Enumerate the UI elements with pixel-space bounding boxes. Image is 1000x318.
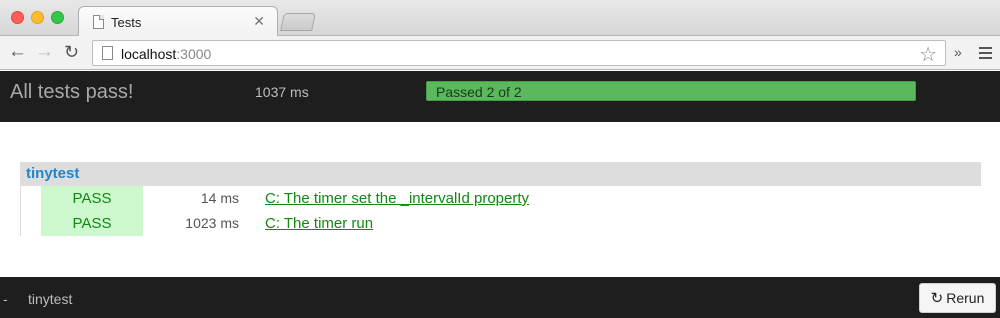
extensions-chevron-icon[interactable]: » (954, 44, 962, 60)
test-report-header: All tests pass! 1037 ms Passed 2 of 2 (0, 71, 1000, 122)
close-tab-icon[interactable]: ✕ (253, 13, 265, 30)
back-arrow-icon[interactable]: ← (8, 41, 27, 63)
browser-tab[interactable]: Tests ✕ (78, 6, 278, 37)
footer-dash: - (3, 291, 8, 307)
window-maximize-button[interactable] (51, 11, 64, 24)
test-group: tinytest PASS 14 ms C: The timer set the… (20, 162, 981, 236)
status-badge: PASS (41, 211, 143, 236)
progress-bar: Passed 2 of 2 (426, 81, 916, 101)
page-title: All tests pass! (10, 81, 134, 103)
rerun-button[interactable]: ↻ Rerun (919, 283, 996, 313)
test-link[interactable]: C: The timer run (265, 211, 373, 236)
status-badge: PASS (41, 186, 143, 211)
window-minimize-button[interactable] (31, 11, 44, 24)
group-name[interactable]: tinytest (26, 165, 79, 182)
menu-icon[interactable] (979, 47, 992, 62)
url-text: localhost:3000 (121, 46, 212, 62)
test-duration: 14 ms (200, 190, 239, 206)
footer-group-name: tinytest (28, 291, 73, 307)
footer-bar: - tinytest ↻ Rerun (0, 277, 1000, 318)
address-bar[interactable]: localhost:3000 ☆ (92, 40, 946, 66)
window-close-button[interactable] (11, 11, 24, 24)
test-row: PASS 14 ms C: The timer set the _interva… (41, 186, 961, 211)
progress-label: Passed 2 of 2 (436, 84, 522, 100)
browser-toolbar: ← → ↻ localhost:3000 ☆ » (0, 36, 1000, 70)
reload-icon[interactable]: ↻ (64, 41, 79, 63)
test-duration: 1023 ms (185, 215, 239, 231)
group-body: PASS 14 ms C: The timer set the _interva… (20, 186, 981, 236)
refresh-icon: ↻ (930, 290, 944, 307)
forward-arrow-icon[interactable]: → (35, 41, 54, 63)
tab-title: Tests (111, 15, 142, 30)
test-link[interactable]: C: The timer set the _intervalId propert… (265, 186, 529, 211)
page-icon (102, 46, 113, 60)
rerun-label: Rerun (946, 290, 985, 306)
new-tab-button[interactable] (280, 13, 316, 31)
group-header[interactable]: tinytest (20, 162, 981, 186)
test-results: tinytest PASS 14 ms C: The timer set the… (0, 122, 1000, 277)
bookmark-star-icon[interactable]: ☆ (919, 42, 937, 67)
total-duration: 1037 ms (255, 84, 309, 100)
browser-titlebar: Tests ✕ (0, 0, 1000, 37)
page-icon (93, 15, 104, 29)
test-row: PASS 1023 ms C: The timer run (41, 211, 961, 236)
